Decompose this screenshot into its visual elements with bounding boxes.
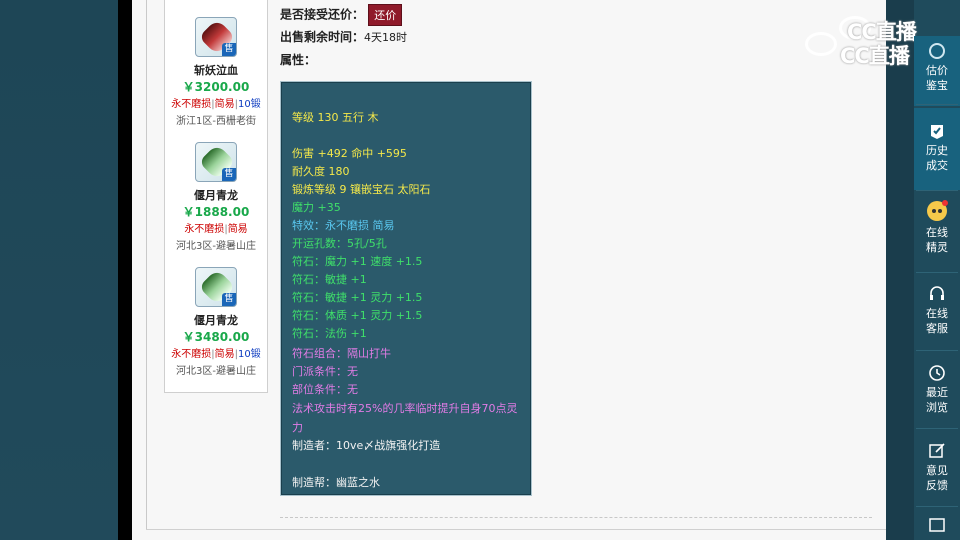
left-edge <box>118 0 132 540</box>
rec-price: ￥3480.00 <box>182 330 250 344</box>
sidebar-recent-button[interactable]: 最近 浏览 <box>914 364 960 432</box>
tag-simple: 简易 <box>214 99 235 110</box>
cc-logo-icon <box>805 32 837 56</box>
appraise-icon <box>929 43 945 59</box>
sidebar-divider <box>916 104 958 105</box>
remaining-time-label: 出售剩余时间： <box>280 30 365 44</box>
sidebar-sprite-button[interactable]: 在线 精灵 <box>914 200 960 268</box>
attributes-label: 属性： <box>280 53 317 67</box>
sidebar-feedback-button[interactable]: 意见 反馈 <box>914 442 960 510</box>
rec-price: ￥1888.00 <box>182 205 250 219</box>
sidebar-more-button[interactable] <box>914 515 960 540</box>
attr-level: 等级 130 五行 木 <box>292 111 379 124</box>
sell-badge: 售 <box>222 168 236 181</box>
attr-maker: 制造者：10ve〆战旗强化打造 <box>292 439 441 452</box>
attr-spell-effect: 法术攻击时有25%的几率临时提升自身70点灵 <box>292 402 518 415</box>
attr-damage: 伤害 +492 命中 +595 <box>292 147 407 160</box>
sidebar-label: 意见 <box>926 464 948 477</box>
sell-badge: 售 <box>222 293 236 306</box>
weapon-icon[interactable]: 售 <box>195 267 237 307</box>
inner-border <box>146 0 147 530</box>
sprite-avatar-icon <box>927 200 948 221</box>
sidebar-label: 估价 <box>926 64 948 77</box>
sidebar-label: 客服 <box>926 322 948 335</box>
rec-name[interactable]: 偃月青龙 <box>165 187 267 203</box>
sidebar-service-button[interactable]: 在线 客服 <box>914 285 960 353</box>
headset-icon <box>930 286 944 300</box>
sidebar-history-button[interactable]: 历史 成交 <box>914 108 960 190</box>
attr-rune-2: 符石：敏捷 +1 <box>292 273 367 286</box>
sidebar-label: 鉴宝 <box>926 79 948 92</box>
sidebar-divider <box>916 506 958 507</box>
sell-badge: 售 <box>222 43 236 56</box>
rec-name[interactable]: 斩妖泣血 <box>165 62 267 78</box>
rec-tags: 永不磨损|简易 <box>184 224 248 235</box>
rec-server: 浙江1区-西栅老街 <box>176 116 256 127</box>
attr-spell-effect-cont: 力 <box>292 421 303 434</box>
attr-slot-condition: 部位条件：无 <box>292 383 358 396</box>
section-divider <box>280 517 872 518</box>
sidebar-label: 浏览 <box>926 401 948 414</box>
tag-simple: 简易 <box>214 349 235 360</box>
rec-server: 河北3区-避暑山庄 <box>176 366 256 377</box>
sidebar-label: 成交 <box>926 159 948 172</box>
right-gap <box>886 0 914 540</box>
tag-durability: 永不磨损 <box>171 99 212 110</box>
remaining-time-row: 出售剩余时间：4天18时 <box>280 28 407 45</box>
attr-rune-combo: 符石组合：隔山打牛 <box>292 347 391 360</box>
attr-slots: 开运孔数：5孔/5孔 <box>292 237 387 250</box>
remaining-time-value: 4天18时 <box>364 31 408 44</box>
sidebar-divider <box>916 428 958 429</box>
counter-offer-button[interactable]: 还价 <box>368 4 403 26</box>
more-icon <box>929 518 945 532</box>
clock-icon <box>929 365 945 381</box>
sidebar-label: 反馈 <box>926 479 948 492</box>
page-bottom-border <box>146 529 886 530</box>
edit-icon <box>929 443 945 458</box>
rec-tags: 永不磨损|简易|10锻 <box>171 99 261 110</box>
attr-sect-condition: 门派条件：无 <box>292 365 358 378</box>
attr-guild: 制造帮：幽蓝之水 <box>292 476 380 489</box>
attr-durability: 耐久度 180 <box>292 165 350 178</box>
accept-counter-label: 是否接受还价： <box>280 7 365 22</box>
attr-rune-3: 符石：敏捷 +1 灵力 +1.5 <box>292 291 423 304</box>
sidebar-label: 在线 <box>926 307 948 320</box>
sidebar-divider <box>916 272 958 273</box>
left-background <box>0 0 118 540</box>
sidebar-divider <box>916 350 958 351</box>
attr-rune-1: 符石：魔力 +1 速度 +1.5 <box>292 255 423 268</box>
accept-counter-row: 是否接受还价： 还价 <box>280 4 403 26</box>
sidebar-label: 最近 <box>926 386 948 399</box>
tag-forge: 10锻 <box>238 349 261 360</box>
rec-tags: 永不磨损|简易|10锻 <box>171 349 261 360</box>
sidebar-label: 历史 <box>926 144 948 157</box>
history-icon <box>931 125 943 139</box>
sidebar-divider <box>916 190 958 191</box>
tag-durability: 永不磨损 <box>171 349 212 360</box>
watermark-text: CC直播 <box>840 44 910 68</box>
attributes-box: 等级 130 五行 木 伤害 +492 命中 +595 耐久度 180 锻炼等级… <box>280 81 532 496</box>
tag-durability: 永不磨损 <box>184 224 225 235</box>
sidebar-label: 精灵 <box>926 241 948 254</box>
rec-server: 河北3区-避暑山庄 <box>176 241 256 252</box>
sidebar-appraise-button[interactable]: 估价 鉴宝 <box>914 36 960 106</box>
tag-forge: 10锻 <box>238 99 261 110</box>
attr-effect: 特效：永不磨损 简易 <box>292 219 395 232</box>
attr-forge: 锻炼等级 9 镶嵌宝石 太阳石 <box>292 183 431 196</box>
rec-price: ￥3200.00 <box>182 80 250 94</box>
attr-rune-4: 符石：体质 +1 灵力 +1.5 <box>292 309 423 322</box>
recommendation-panel: 售 斩妖泣血 ￥3200.00 永不磨损|简易|10锻 浙江1区-西栅老街 售 … <box>164 0 268 393</box>
weapon-icon[interactable]: 售 <box>195 142 237 182</box>
tag-simple: 简易 <box>227 224 248 235</box>
rec-name[interactable]: 偃月青龙 <box>165 312 267 328</box>
weapon-icon[interactable]: 售 <box>195 17 237 57</box>
attr-magic: 魔力 +35 <box>292 201 341 214</box>
attr-rune-5: 符石：法伤 +1 <box>292 327 367 340</box>
sidebar-label: 在线 <box>926 226 948 239</box>
